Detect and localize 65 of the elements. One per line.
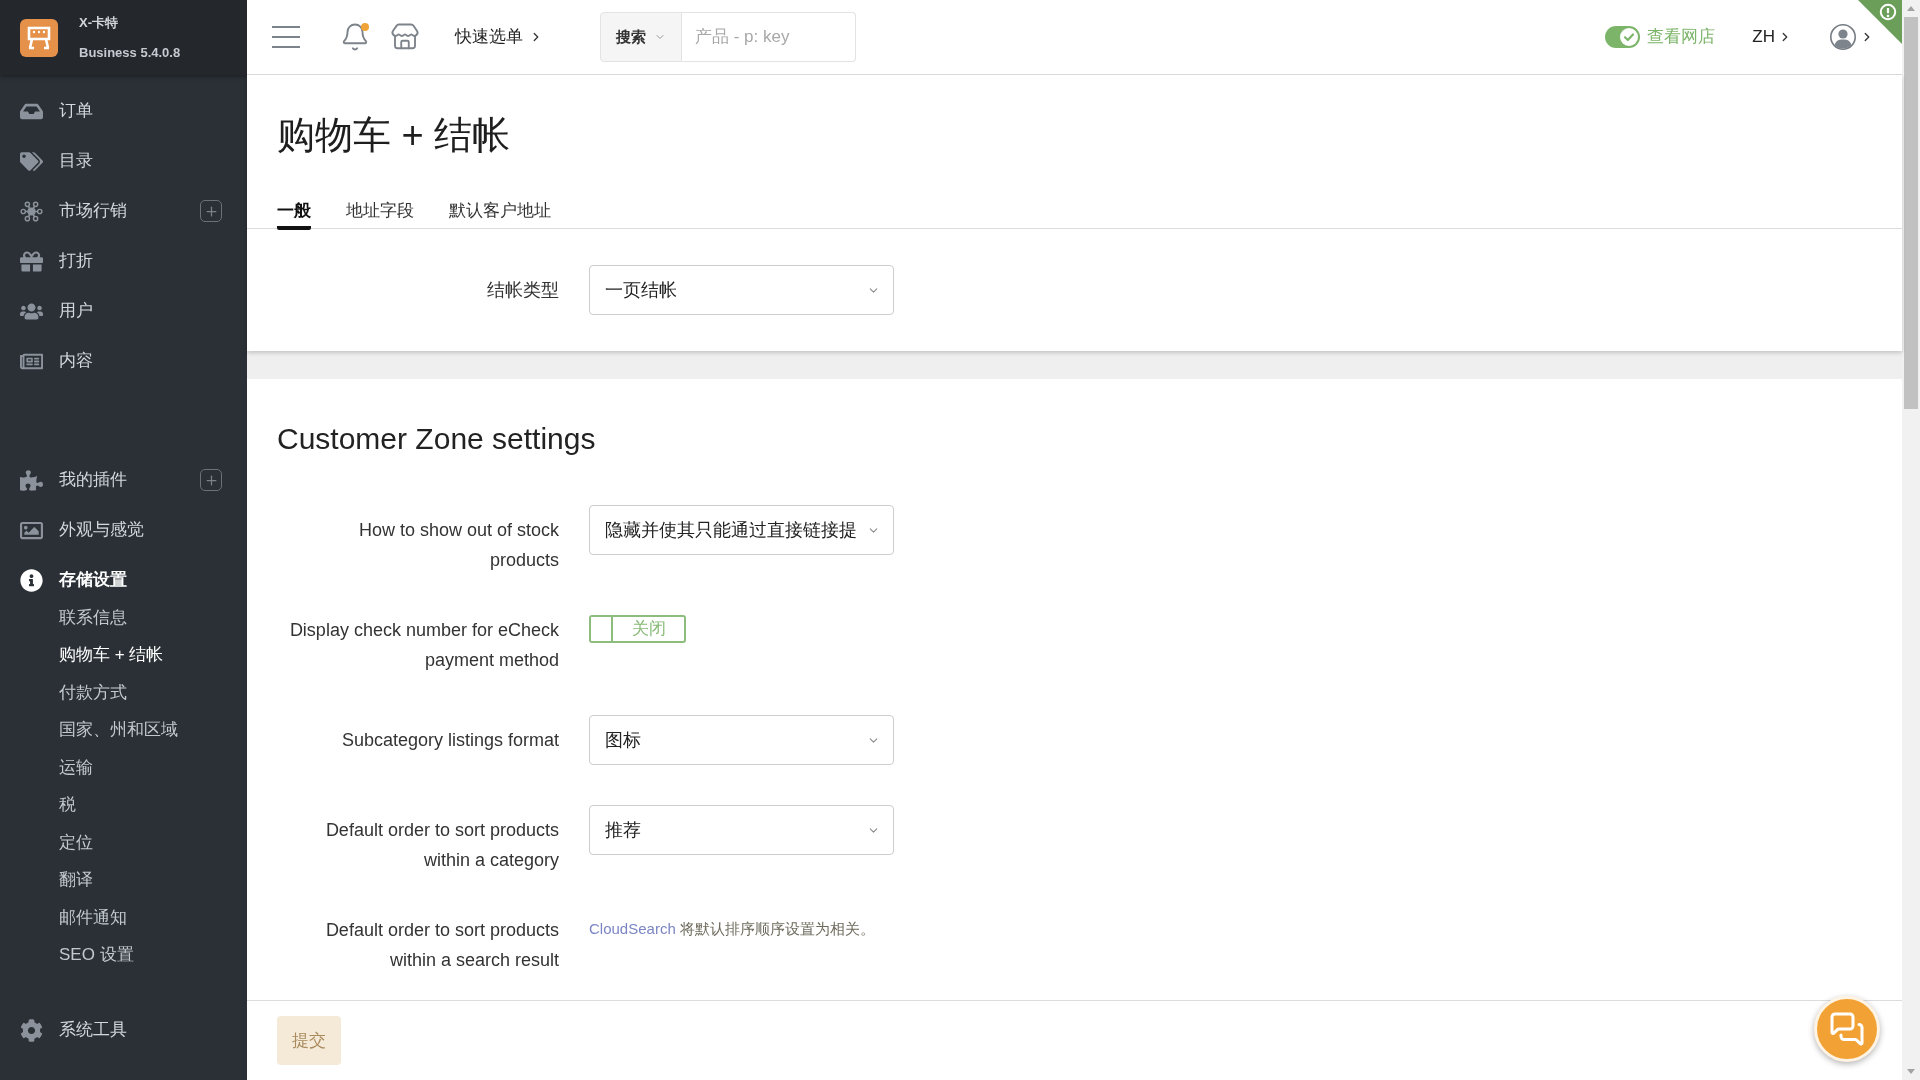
dropdown[interactable]: 推荐 <box>589 805 894 855</box>
store-icon[interactable] <box>390 22 420 52</box>
plus-icon <box>203 472 219 488</box>
switch-knob <box>591 617 613 641</box>
scroll-down-icon[interactable] <box>1907 1069 1915 1074</box>
brand-version: Business 5.4.0.8 <box>79 45 181 60</box>
nav-item[interactable]: 系统工具 <box>20 1018 127 1042</box>
nav-item[interactable]: 外观与感觉 <box>20 518 144 542</box>
submenu-item[interactable]: 定位 <box>59 830 93 855</box>
field-label: How to show out of stock products <box>357 519 559 572</box>
submenu-item[interactable]: 购物车 + 结帐 <box>59 643 164 668</box>
nav-item[interactable]: 存储设置 <box>20 568 127 592</box>
field-label: Display check number for eCheck payment method <box>288 619 559 672</box>
bell-icon[interactable] <box>340 22 370 52</box>
page-title: 购物车 + 结帐 <box>277 113 511 158</box>
field-label: Default order to sort products within a category <box>324 819 559 872</box>
nav-item[interactable]: 内容 <box>20 349 93 373</box>
submenu-item[interactable]: 付款方式 <box>59 680 127 705</box>
info-icon <box>20 568 43 592</box>
submenu-item[interactable]: 运输 <box>59 755 93 780</box>
avatar-icon[interactable] <box>1830 24 1856 50</box>
tab[interactable]: 默认客户地址 <box>449 199 551 230</box>
storefront-switch[interactable] <box>1605 26 1641 48</box>
nav-item[interactable]: 我的插件 <box>20 468 127 492</box>
network-icon <box>20 199 43 223</box>
field-label: Default order to sort products within a search result <box>324 919 559 972</box>
brand-name: X-卡特 <box>79 15 119 30</box>
tab[interactable]: 地址字段 <box>346 199 414 230</box>
quick-menu-button[interactable]: 快速选单 <box>455 24 543 50</box>
add-button[interactable] <box>200 200 222 222</box>
plus-icon <box>203 203 219 219</box>
scrollbar-thumb[interactable] <box>1904 17 1918 409</box>
tags-icon <box>20 149 43 173</box>
check-icon <box>1620 28 1639 46</box>
puzzle-icon <box>20 468 43 492</box>
nav-item[interactable]: 用户 <box>20 299 93 323</box>
submenu-item[interactable]: 邮件通知 <box>59 905 127 930</box>
scroll-up-icon[interactable] <box>1907 6 1915 11</box>
settings-icon <box>20 1018 43 1042</box>
submenu-item[interactable]: SEO 设置 <box>59 943 134 968</box>
section-heading: Customer Zone settings <box>277 421 596 457</box>
dropdown[interactable]: 图标 <box>589 715 894 765</box>
field-label: Subcategory listings format <box>340 729 559 752</box>
chat-icon <box>1829 1011 1865 1047</box>
field-label: 结帐类型 <box>486 279 559 302</box>
tab[interactable]: 一般 <box>277 199 311 230</box>
submenu-item[interactable]: 国家、州和区域 <box>59 718 178 743</box>
menu-icon[interactable] <box>272 26 300 48</box>
search-field[interactable]: 产品 - p: key <box>682 12 856 62</box>
search-sort-note: CloudSearch 将默认排序顺序设置为相关。 <box>589 919 875 939</box>
dropdown[interactable]: 一页结帐 <box>589 265 894 315</box>
app-logo-icon[interactable] <box>20 18 58 57</box>
cloudsearch-link[interactable]: CloudSearch <box>589 920 676 937</box>
nav-item[interactable]: 订单 <box>20 99 93 123</box>
dropdown[interactable]: 隐藏并使其只能通过直接链接提 <box>589 505 894 555</box>
search-scope-dropdown[interactable]: 搜索 <box>600 12 682 62</box>
submenu-item[interactable]: 翻译 <box>59 868 93 893</box>
nav-item[interactable]: 市场行销 <box>20 199 127 223</box>
language-button[interactable]: ZH <box>1752 24 1792 50</box>
submenu-item[interactable]: 税 <box>59 793 76 818</box>
nav-item[interactable]: 打折 <box>20 249 93 273</box>
gift-icon <box>20 249 43 273</box>
nav-item[interactable]: 目录 <box>20 149 93 173</box>
submenu-item[interactable]: 联系信息 <box>59 605 127 630</box>
add-button[interactable] <box>200 469 222 491</box>
